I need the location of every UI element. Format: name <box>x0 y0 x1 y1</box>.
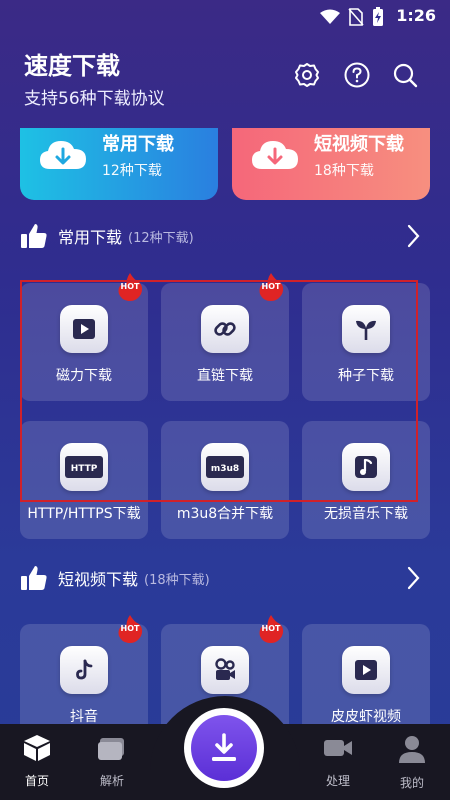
tile-label: HTTP/HTTPS下载 <box>27 506 141 522</box>
short-video-card[interactable]: 短视频下载 18种下载 <box>232 128 430 200</box>
status-icons <box>320 7 384 27</box>
wifi-icon <box>320 9 340 24</box>
section-common-count: (12种下载) <box>128 230 194 246</box>
question-icon <box>344 62 370 88</box>
tile-icon-box: m3u8 <box>201 443 249 491</box>
short-video-card-count: 18种下载 <box>314 163 374 179</box>
clock: 1:26 <box>396 6 436 25</box>
tile-icon-box <box>60 646 108 694</box>
nav-parse[interactable]: 解析 <box>82 734 142 789</box>
svg-text:m3u8: m3u8 <box>211 464 239 474</box>
tile-icon-box <box>342 646 390 694</box>
play-icon <box>73 319 95 339</box>
tile-torrent-download[interactable]: 种子下载 <box>302 283 430 401</box>
tile-m3u8-download[interactable]: m3u8 m3u8合并下载 <box>161 421 289 539</box>
tile-icon-box <box>342 443 390 491</box>
chevron-right-icon[interactable] <box>406 224 420 248</box>
tile-icon-box <box>342 305 390 353</box>
tile-icon-box: HTTP <box>60 443 108 491</box>
nav-label: 首页 <box>24 774 49 788</box>
no-sim-icon <box>348 8 364 26</box>
section-common-header[interactable]: 常用下载 (12种下载) <box>20 218 420 254</box>
link-icon <box>214 322 236 336</box>
tile-label: 抖音 <box>70 709 98 725</box>
music-note-icon <box>355 456 377 478</box>
section-short-video-header[interactable]: 短视频下载 (18种下载) <box>20 560 420 596</box>
search-button[interactable] <box>390 60 420 90</box>
tile-label: m3u8合并下载 <box>176 506 274 522</box>
battery-charging-icon <box>373 7 383 26</box>
search-icon <box>393 63 418 88</box>
thumbs-up-icon <box>21 224 47 248</box>
nav-process[interactable]: 处理 <box>308 734 368 789</box>
thumbs-up-icon <box>21 566 47 590</box>
tile-icon-box <box>201 305 249 353</box>
nav-mine[interactable]: 我的 <box>382 734 442 791</box>
play-icon <box>355 660 377 680</box>
hot-badge: HOT <box>115 272 145 302</box>
app-subtitle: 支持56种下载协议 <box>24 89 165 109</box>
sprout-icon <box>356 320 376 340</box>
cloud-download-icon <box>252 141 298 169</box>
tile-label: 直链下载 <box>197 368 253 384</box>
http-icon: HTTP <box>65 456 103 478</box>
nav-label: 我的 <box>399 776 424 790</box>
user-icon <box>399 736 425 763</box>
download-icon <box>212 733 236 761</box>
tile-label: 皮皮虾视频 <box>331 709 401 725</box>
section-short-video-title: 短视频下载 <box>58 570 139 589</box>
help-button[interactable] <box>342 60 372 90</box>
download-fab[interactable] <box>184 708 264 788</box>
hot-badge: HOT <box>256 272 286 302</box>
tile-icon-box <box>60 305 108 353</box>
settings-button[interactable] <box>292 60 322 90</box>
chevron-right-icon[interactable] <box>406 566 420 590</box>
app-title: 速度下载 <box>24 52 120 80</box>
svg-text:HTTP: HTTP <box>71 464 98 474</box>
cloud-download-icon <box>40 141 86 169</box>
video-camera-icon <box>324 740 352 756</box>
section-short-video-count: (18种下载) <box>144 572 210 588</box>
short-video-card-title: 短视频下载 <box>314 134 404 155</box>
status-bar: 1:26 <box>0 0 450 32</box>
m3u8-icon: m3u8 <box>206 456 244 478</box>
common-card-title: 常用下载 <box>102 134 174 155</box>
cube-icon <box>24 735 50 761</box>
section-common-title: 常用下载 <box>58 228 123 247</box>
nav-label: 处理 <box>325 774 350 788</box>
folder-icon <box>98 738 124 760</box>
tile-label: 种子下载 <box>338 368 394 384</box>
tiktok-icon <box>76 659 93 680</box>
nav-label: 解析 <box>99 774 124 788</box>
hot-badge: HOT <box>115 614 145 644</box>
tile-label: 磁力下载 <box>56 368 112 384</box>
tile-http-download[interactable]: HTTP HTTP/HTTPS下载 <box>20 421 148 539</box>
tile-label: 无损音乐下载 <box>324 506 408 522</box>
nav-home[interactable]: 首页 <box>7 734 67 789</box>
download-fab-inner <box>191 715 257 781</box>
tile-icon-box <box>201 646 249 694</box>
hot-badge: HOT <box>256 614 286 644</box>
gear-icon <box>295 63 319 87</box>
common-card-count: 12种下载 <box>102 163 162 179</box>
tile-lossless-music-download[interactable]: 无损音乐下载 <box>302 421 430 539</box>
common-download-card[interactable]: 常用下载 12种下载 <box>20 128 218 200</box>
kuaishou-icon <box>215 658 235 680</box>
